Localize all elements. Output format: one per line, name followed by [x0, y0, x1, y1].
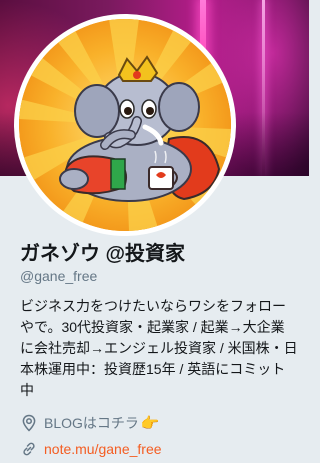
elephant-avatar-illustration: [19, 19, 231, 231]
profile-location: BLOGはコチラ 👉: [20, 413, 160, 433]
display-name: ガネゾウ @投資家: [20, 243, 186, 265]
profile-card: ガネゾウ @投資家 @gane_free ビジネス力をつけたいならワシをフォロー…: [0, 0, 309, 463]
location-text: BLOGはコチラ: [44, 415, 139, 431]
avatar-frame[interactable]: [14, 14, 236, 236]
pointing-hand-icon: 👉: [140, 415, 160, 432]
profile-url: note.mu/gane_free: [20, 440, 162, 458]
map-pin-icon: [22, 414, 36, 432]
profile-bio: ビジネス力をつけたいならワシをフォローやで。30代投資家・起業家 / 起業→大企…: [20, 298, 298, 398]
profile-url-link[interactable]: note.mu/gane_free: [44, 441, 162, 457]
link-icon: [23, 442, 35, 456]
avatar[interactable]: [19, 19, 231, 231]
user-handle: @gane_free: [20, 268, 98, 284]
